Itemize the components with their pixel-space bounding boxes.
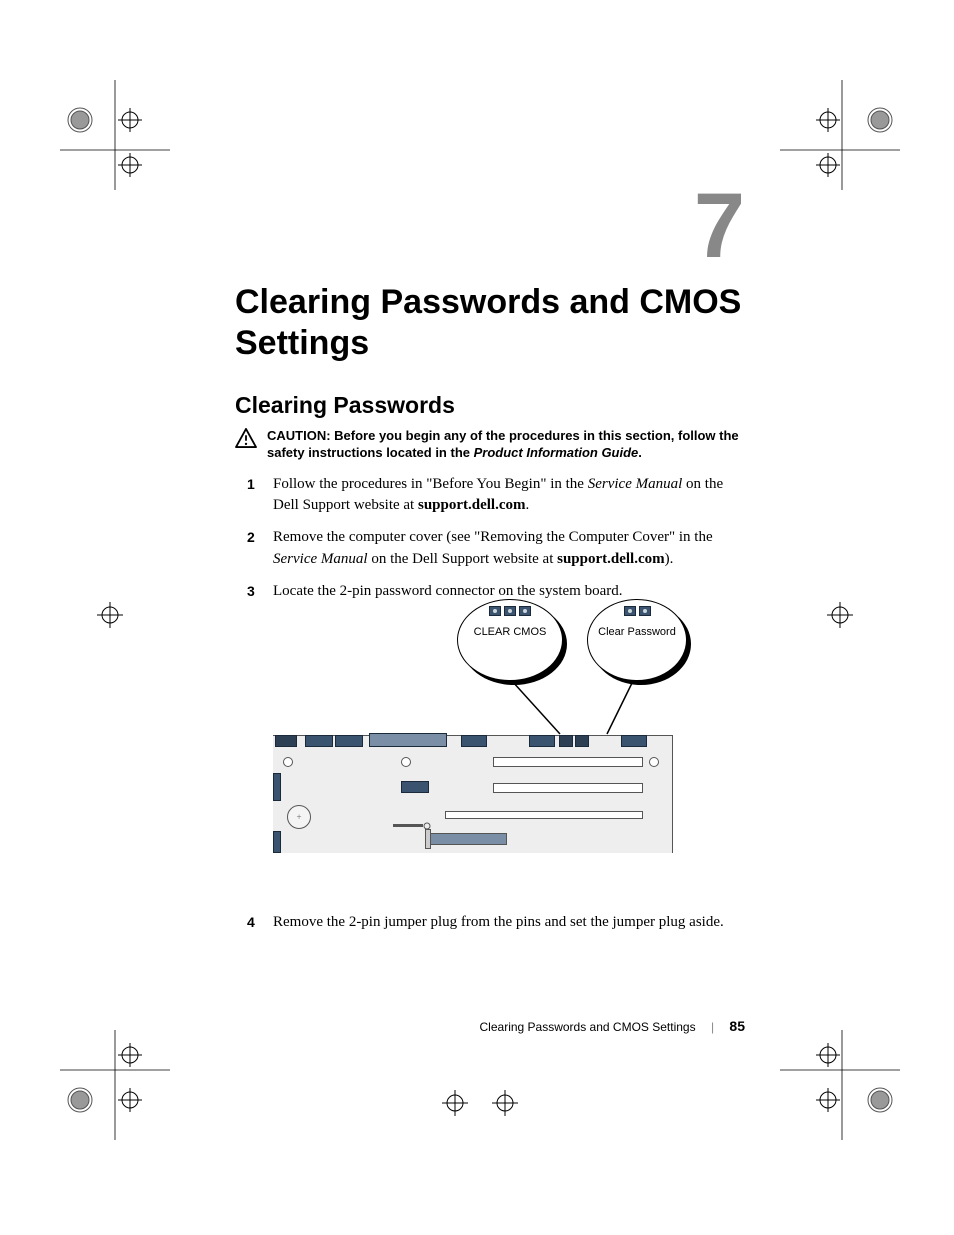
footer-separator: |: [711, 1020, 714, 1034]
callout-clear-password: Clear Password: [587, 599, 687, 681]
callout-clear-cmos: CLEAR CMOS: [457, 599, 563, 681]
connector-icon: [559, 735, 573, 747]
connector-icon: [575, 735, 589, 747]
caution-block: CAUTION: Before you begin any of the pro…: [235, 427, 745, 462]
caution-label: CAUTION:: [267, 428, 331, 443]
step-2: Remove the computer cover (see "Removing…: [235, 527, 745, 571]
mounting-hole-icon: [283, 757, 293, 767]
chapter-number: 7: [235, 180, 745, 272]
slot-icon: [493, 757, 643, 767]
mounting-hole-icon: [649, 757, 659, 767]
component-icon: [393, 820, 433, 834]
slot-icon: [429, 833, 507, 845]
connector-icon: [335, 735, 363, 747]
connector-icon: [621, 735, 647, 747]
step-1: Follow the procedures in "Before You Beg…: [235, 474, 745, 518]
step-4: Remove the 2-pin jumper plug from the pi…: [235, 912, 745, 934]
motherboard-diagram: CLEAR CMOS Clear Password: [273, 595, 673, 865]
chapter-title: Clearing Passwords and CMOS Settings: [235, 282, 745, 364]
callout-pointer-icon: [603, 679, 643, 739]
crop-mark-icon: [60, 1030, 170, 1140]
section-title: Clearing Passwords: [235, 392, 745, 419]
page-footer: Clearing Passwords and CMOS Settings | 8…: [235, 1018, 745, 1034]
callout-label: CLEAR CMOS: [462, 626, 558, 638]
jumper-2pin-icon: [592, 606, 682, 616]
crop-mark-icon: [780, 1030, 900, 1140]
footer-title: Clearing Passwords and CMOS Settings: [480, 1020, 696, 1034]
connector-icon: [529, 735, 555, 747]
page-content: 7 Clearing Passwords and CMOS Settings C…: [235, 180, 745, 944]
chip-icon: [401, 781, 429, 793]
slot-icon: [493, 783, 643, 793]
slot-icon: [445, 811, 643, 819]
mounting-hole-icon: [401, 757, 411, 767]
caution-icon: [235, 428, 257, 448]
page-number: 85: [729, 1018, 745, 1034]
crop-mark-icon: [60, 80, 170, 190]
connector-icon: [275, 735, 297, 747]
connector-icon: [305, 735, 333, 747]
callout-pointer-icon: [508, 679, 568, 739]
crop-mark-icon: [815, 600, 865, 630]
crop-mark-icon: [780, 80, 900, 190]
jumper-3pin-icon: [462, 606, 558, 616]
caution-text: CAUTION: Before you begin any of the pro…: [267, 427, 745, 462]
crop-mark-icon: [430, 1088, 530, 1118]
connector-icon: [461, 735, 487, 747]
connector-icon: [273, 831, 281, 853]
callout-label: Clear Password: [592, 626, 682, 638]
connector-icon: [273, 773, 281, 801]
battery-icon: +: [287, 805, 311, 829]
connector-icon: [369, 733, 447, 747]
crop-mark-icon: [85, 600, 135, 630]
